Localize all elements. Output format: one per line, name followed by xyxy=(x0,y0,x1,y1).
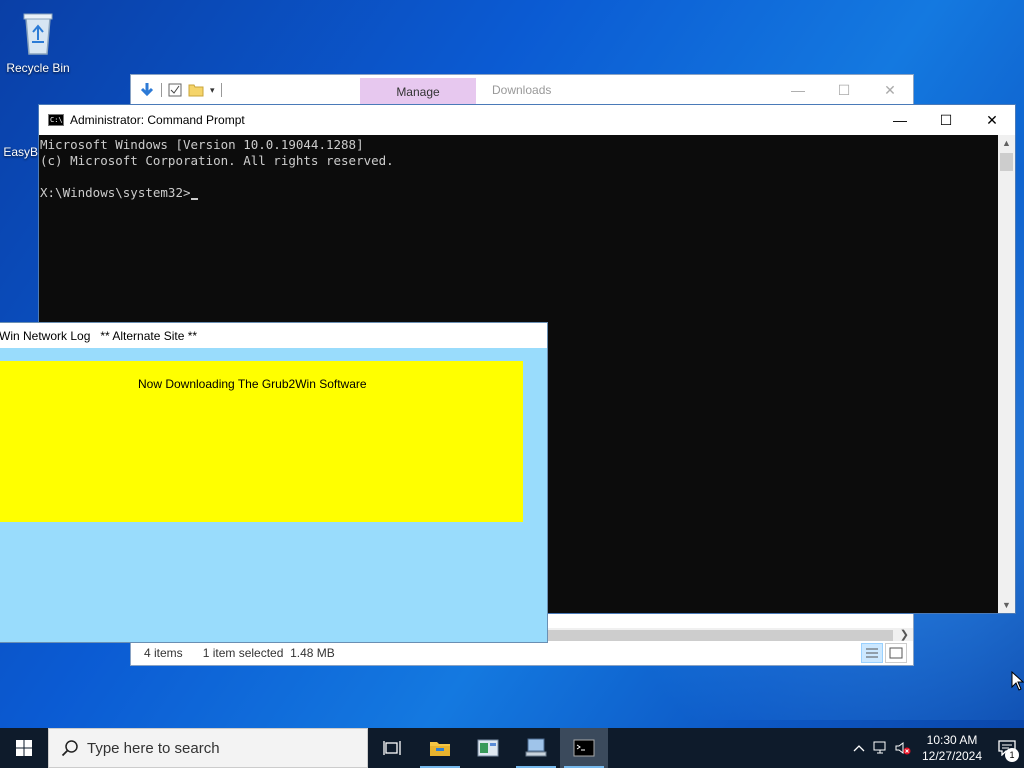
notification-count-badge: 1 xyxy=(1005,748,1019,762)
control-panel-icon xyxy=(477,739,499,757)
explorer-title: Downloads xyxy=(492,83,552,97)
cmd-title: Administrator: Command Prompt xyxy=(70,113,245,127)
scroll-thumb[interactable] xyxy=(1000,153,1013,171)
new-folder-icon[interactable] xyxy=(188,83,204,97)
windows-logo-icon xyxy=(16,740,32,756)
maximize-icon[interactable]: ☐ xyxy=(821,75,867,105)
taskbar-search-box[interactable]: Type here to search xyxy=(48,728,368,768)
item-count: 4 items xyxy=(144,646,183,660)
selection-info: 1 item selected 1.48 MB xyxy=(202,646,335,660)
vertical-scrollbar[interactable]: ▲ ▼ xyxy=(998,135,1015,613)
command-prompt-icon: C:\ xyxy=(48,114,64,126)
console-line: (c) Microsoft Corporation. All rights re… xyxy=(40,153,394,168)
taskbar-file-explorer[interactable] xyxy=(416,728,464,768)
command-prompt-icon xyxy=(573,739,595,757)
close-icon[interactable]: ✕ xyxy=(969,105,1015,135)
minimize-icon[interactable]: — xyxy=(877,105,923,135)
explorer-titlebar[interactable]: ▾ Manage Downloads — ☐ ✕ xyxy=(131,75,913,105)
console-line: ​ xyxy=(40,169,998,185)
search-icon xyxy=(61,740,78,757)
maximize-icon[interactable]: ☐ xyxy=(923,105,969,135)
clock-time: 10:30 AM xyxy=(926,733,978,747)
network-computer-icon xyxy=(525,738,547,757)
desktop-icon-recycle-bin[interactable]: Recycle Bin xyxy=(0,8,76,75)
network-icon[interactable] xyxy=(870,741,892,755)
console-prompt: X:\Windows\system32> xyxy=(40,185,191,200)
volume-muted-icon[interactable] xyxy=(892,741,914,755)
details-view-icon xyxy=(866,648,878,658)
minimize-icon[interactable]: — xyxy=(775,75,821,105)
taskbar: Type here to search 10:30 AM 12/27/2024 … xyxy=(0,728,1024,768)
file-explorer-icon xyxy=(430,742,450,756)
scroll-right-icon[interactable]: ❯ xyxy=(900,628,909,641)
divider xyxy=(161,83,162,97)
taskbar-network-tool[interactable] xyxy=(512,728,560,768)
large-icons-view-icon xyxy=(889,647,903,659)
recycle-bin-icon xyxy=(23,13,53,55)
status-bar: 4 items 1 item selected 1.48 MB xyxy=(131,641,913,665)
taskbar-control-panel[interactable] xyxy=(464,728,512,768)
grub2win-download-window[interactable]: Win Network Log ** Alternate Site ** Now… xyxy=(0,322,548,643)
task-view-button[interactable] xyxy=(368,728,416,768)
task-view-icon xyxy=(383,741,401,755)
system-tray: 10:30 AM 12/27/2024 1 xyxy=(848,728,1024,768)
taskbar-command-prompt[interactable] xyxy=(560,728,608,768)
show-hidden-icons-chevron-icon[interactable] xyxy=(848,744,870,752)
text-cursor xyxy=(190,198,198,200)
properties-icon[interactable] xyxy=(168,83,182,97)
large-icons-view-button[interactable] xyxy=(885,643,907,663)
quick-access-toolbar: ▾ xyxy=(131,75,222,105)
start-button[interactable] xyxy=(0,728,48,768)
grub-window-title: Win Network Log ** Alternate Site ** xyxy=(0,323,547,348)
console-prompt-line: X:\Windows\system32> xyxy=(40,185,998,201)
taskbar-clock[interactable]: 10:30 AM 12/27/2024 xyxy=(914,732,990,764)
divider xyxy=(220,83,222,97)
download-status-panel: Now Downloading The Grub2Win Software xyxy=(0,361,523,522)
clock-date: 12/27/2024 xyxy=(921,749,983,763)
mouse-pointer-icon xyxy=(1011,671,1024,691)
scroll-up-icon[interactable]: ▲ xyxy=(998,138,1015,148)
customize-qa-chevron-icon[interactable]: ▾ xyxy=(210,85,215,96)
recycle-bin-label: Recycle Bin xyxy=(6,61,70,75)
tab-manage[interactable]: Manage xyxy=(360,78,476,105)
action-center-button[interactable]: 1 xyxy=(990,728,1024,768)
download-message: Now Downloading The Grub2Win Software xyxy=(138,377,367,391)
scroll-down-icon[interactable]: ▼ xyxy=(998,600,1015,610)
search-placeholder: Type here to search xyxy=(87,739,220,757)
console-line: Microsoft Windows [Version 10.0.19044.12… xyxy=(40,137,364,152)
details-view-button[interactable] xyxy=(861,643,883,663)
close-icon[interactable]: ✕ xyxy=(867,75,913,105)
cmd-titlebar[interactable]: C:\ Administrator: Command Prompt — ☐ ✕ xyxy=(39,105,1015,135)
download-arrow-icon[interactable] xyxy=(139,82,155,98)
